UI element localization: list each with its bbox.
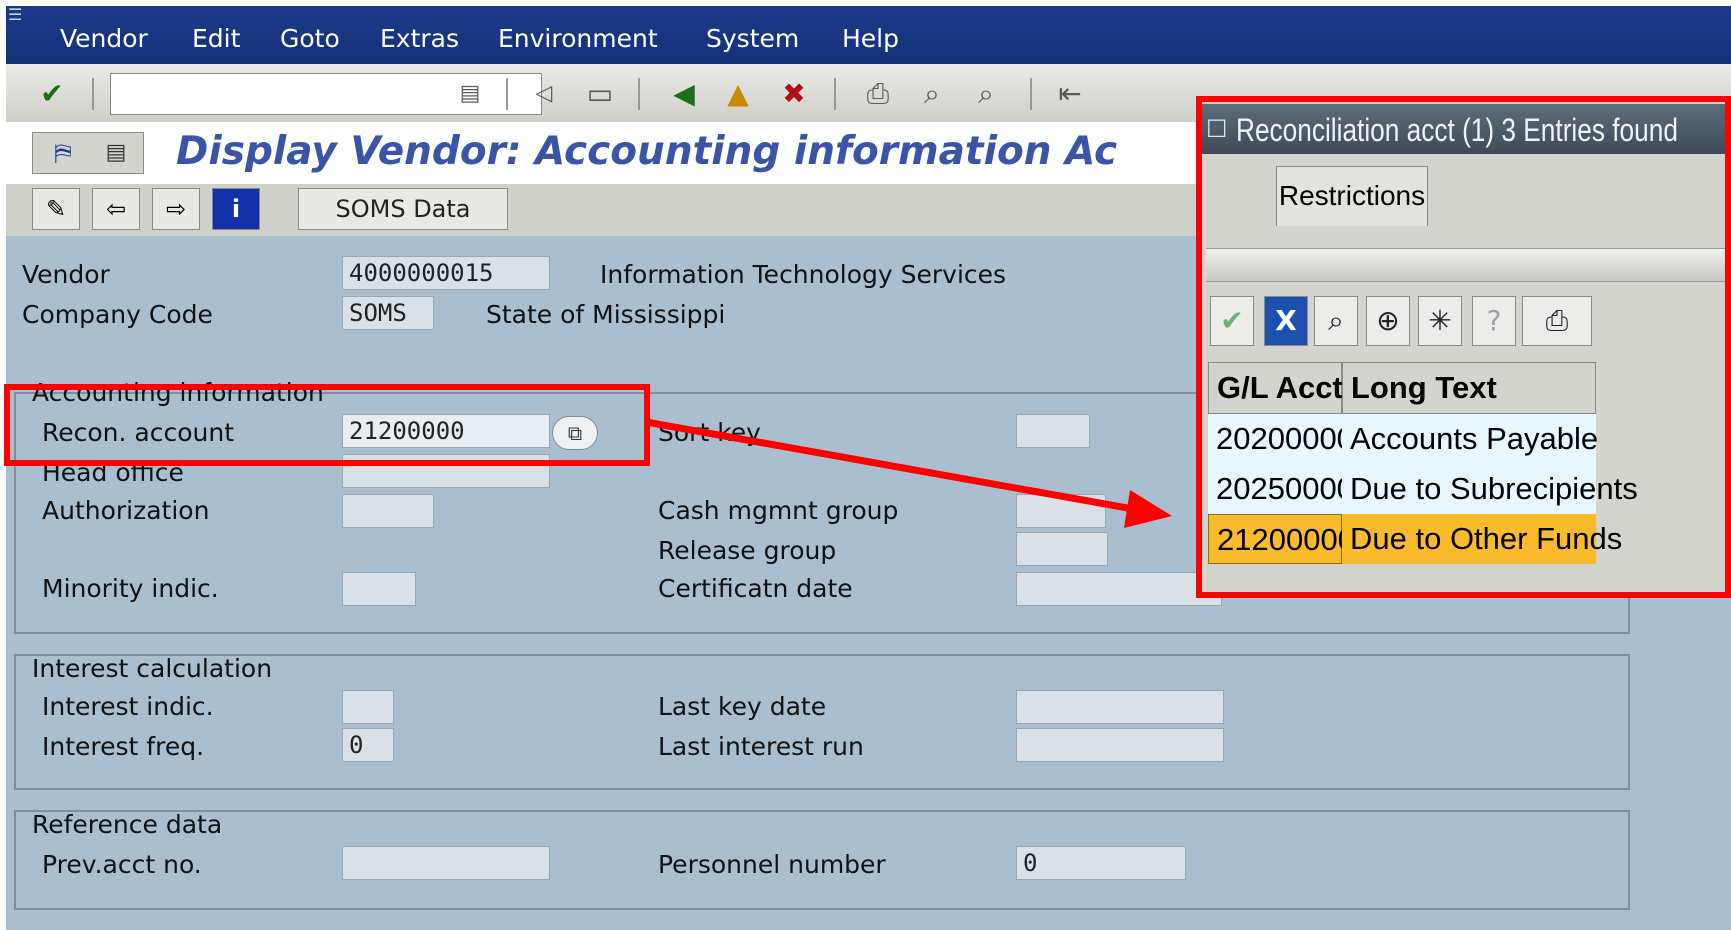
display-change-icon[interactable]: ✎ [32,188,80,230]
page-title: Display Vendor: Accounting information A… [176,129,1118,174]
personnel-number-label: Personnel number [658,850,886,879]
personnel-number-field[interactable]: 0 [1016,846,1186,880]
soms-data-button[interactable]: SOMS Data [298,188,508,230]
toolbar-separator [834,78,836,110]
minority-indic-field[interactable] [342,572,416,606]
last-interest-run-field[interactable] [1016,728,1224,762]
vendor-field: 4000000015 [342,256,550,290]
interest-group-title: Interest calculation [32,654,273,683]
annotation-arrow-shaft [645,418,1151,516]
command-history-icon[interactable]: ▤ [450,74,490,114]
back-triangle-icon[interactable]: ◁ [524,74,564,114]
minority-indic-label: Minority indic. [42,574,219,603]
last-interest-run-label: Last interest run [658,732,864,761]
interest-indic-label: Interest indic. [42,692,214,721]
vendor-label: Vendor [22,260,110,289]
interest-indic-field[interactable] [342,690,394,724]
save-icon[interactable]: ▭ [580,74,620,114]
cancel-icon[interactable]: ✖ [774,74,814,114]
menu-edit[interactable]: Edit [192,24,240,54]
highlight-recon-account [4,384,650,466]
menu-vendor[interactable]: Vendor [60,24,148,54]
toolbar-separator [1030,78,1032,110]
system-menu-icon[interactable]: ☰ [8,6,32,24]
company-name: State of Mississippi [486,300,726,329]
highlight-popup [1196,96,1731,598]
menu-goto[interactable]: Goto [280,24,340,54]
company-code-field: SOMS [342,296,434,330]
interest-freq-label: Interest freq. [42,732,205,761]
authorization-label: Authorization [42,496,210,525]
next-screen-icon[interactable]: ⇨ [152,188,200,230]
display-list-icon[interactable]: ▤ [96,134,136,172]
vendor-name: Information Technology Services [600,260,1007,289]
release-group-field[interactable] [1016,532,1108,566]
other-object-icon[interactable]: ⛿ [38,134,88,172]
back-icon[interactable]: ◀ [664,74,704,114]
release-group-label: Release group [658,536,837,565]
last-key-date-field[interactable] [1016,690,1224,724]
certification-date-label: Certificatn date [658,574,853,603]
find-icon[interactable]: ⌕ [912,74,952,114]
reference-group-title: Reference data [32,810,223,839]
menu-environment[interactable]: Environment [498,24,658,54]
annotation-arrow-head [1124,490,1172,528]
find-next-icon[interactable]: ⌕ [966,74,1006,114]
last-key-date-label: Last key date [658,692,827,721]
prev-acct-label: Prev.acct no. [42,850,202,879]
enter-icon[interactable]: ✔ [32,74,72,114]
authorization-field[interactable] [342,494,434,528]
menu-extras[interactable]: Extras [380,24,459,54]
toolbar-separator [506,78,508,110]
toolbar-separator [92,78,94,110]
annotation-arrow [645,418,1172,528]
toolbar-separator [638,78,640,110]
info-icon[interactable]: i [212,188,260,230]
prev-acct-field[interactable] [342,846,550,880]
menu-help[interactable]: Help [842,24,899,54]
print-icon[interactable]: ⎙ [858,74,898,114]
menu-system[interactable]: System [706,24,799,54]
company-code-label: Company Code [22,300,213,329]
exit-icon[interactable]: ▲ [718,74,758,114]
interest-freq-field[interactable]: 0 [342,728,394,762]
first-page-icon[interactable]: ⇤ [1050,74,1090,114]
certification-date-field[interactable] [1016,572,1222,606]
previous-screen-icon[interactable]: ⇦ [92,188,140,230]
